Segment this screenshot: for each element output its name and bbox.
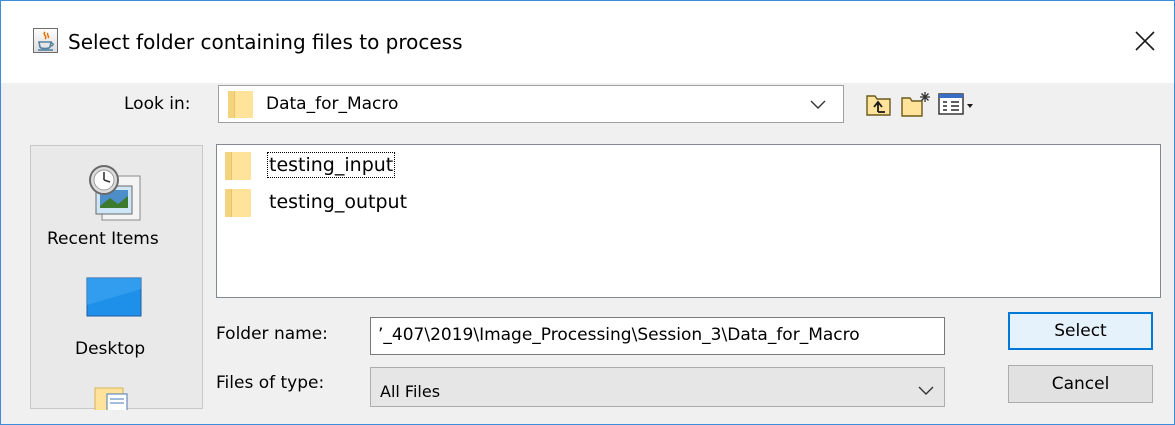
file-name: testing_output xyxy=(269,191,408,213)
files-of-type-dropdown[interactable]: All Files xyxy=(370,367,945,407)
look-in-label: Look in: xyxy=(124,94,191,114)
new-folder-icon[interactable] xyxy=(900,90,932,118)
file-name: testing_input xyxy=(266,152,396,178)
folder-name-label: Folder name: xyxy=(216,324,328,344)
java-cup-icon xyxy=(33,28,58,53)
close-icon xyxy=(1135,31,1155,51)
dialog-title: Select folder containing files to proces… xyxy=(68,30,463,54)
title-bar[interactable]: Select folder containing files to proces… xyxy=(1,1,1174,83)
folder-name-field[interactable] xyxy=(370,317,945,355)
up-one-level-icon[interactable] xyxy=(865,90,893,118)
select-button[interactable]: Select xyxy=(1008,312,1153,350)
folder-icon xyxy=(225,189,251,217)
chevron-down-icon xyxy=(918,386,934,395)
files-of-type-label: Files of type: xyxy=(216,373,325,393)
folder-icon xyxy=(228,91,253,118)
chevron-down-icon xyxy=(810,100,826,109)
file-list[interactable]: testing_input testing_output xyxy=(216,144,1161,298)
files-of-type-value: All Files xyxy=(380,382,441,401)
place-label-recent-items[interactable]: Recent Items xyxy=(47,229,159,249)
look-in-dropdown[interactable]: Data_for_Macro xyxy=(218,85,844,123)
recent-items-icon[interactable] xyxy=(82,160,146,224)
list-item[interactable]: testing_output xyxy=(225,187,435,219)
list-item[interactable]: testing_input xyxy=(225,150,415,182)
folder-icon xyxy=(225,152,251,180)
look-in-value: Data_for_Macro xyxy=(266,94,399,114)
cancel-button[interactable]: Cancel xyxy=(1008,365,1153,403)
desktop-icon[interactable] xyxy=(86,277,142,317)
documents-icon[interactable] xyxy=(93,386,129,413)
view-menu-icon[interactable] xyxy=(937,90,977,118)
folder-name-input[interactable] xyxy=(378,325,938,345)
places-bar: Recent Items Desktop xyxy=(30,145,203,413)
file-chooser-dialog: Select folder containing files to proces… xyxy=(0,0,1175,425)
close-button[interactable] xyxy=(1123,19,1167,63)
place-label-desktop[interactable]: Desktop xyxy=(75,339,145,359)
